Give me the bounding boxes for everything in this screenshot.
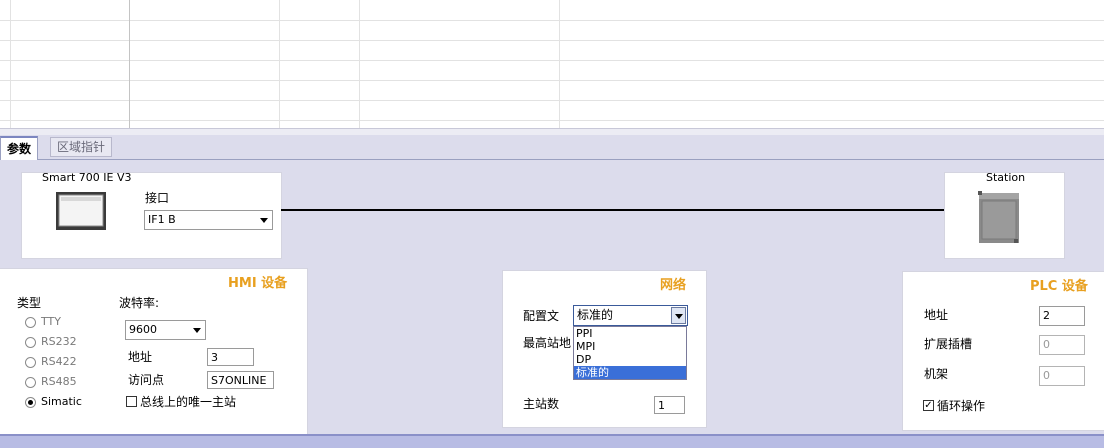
interface-value: IF1 B: [148, 213, 176, 226]
profile-value: 标准的: [577, 308, 614, 322]
chevron-down-icon[interactable]: [193, 328, 201, 333]
baud-rate-label: 波特率:: [119, 296, 160, 310]
radio-rs485-label: RS485: [41, 375, 77, 388]
radio-rs232-label: RS232: [41, 335, 77, 348]
chevron-down-icon[interactable]: [260, 218, 268, 223]
highest-station-label: 最高站地: [523, 336, 572, 350]
profile-select[interactable]: 标准的: [573, 305, 688, 326]
tab-bar: 参数 区域指针: [0, 135, 1104, 160]
connection-table-grid[interactable]: [0, 0, 1104, 128]
master-count-input[interactable]: 1: [654, 396, 685, 414]
only-master-label: 总线上的唯一主站: [140, 395, 237, 409]
type-label: 类型: [17, 296, 42, 310]
cyclic-operation-checkbox[interactable]: ✓: [923, 400, 934, 411]
access-point-input[interactable]: S7ONLINE: [207, 371, 274, 389]
rack-input[interactable]: 0: [1039, 366, 1085, 386]
plc-station-box: Station: [944, 171, 1065, 259]
hmi-address-input[interactable]: 3: [207, 348, 254, 366]
hmi-device-name: Smart 700 IE V3: [42, 171, 132, 184]
tab-params[interactable]: 参数: [0, 136, 39, 160]
plc-section-header: PLC 设备: [1030, 279, 1088, 294]
cyclic-operation-label: 循环操作: [937, 399, 986, 413]
radio-rs485[interactable]: [25, 377, 36, 388]
plc-address-input[interactable]: 2: [1039, 306, 1085, 326]
chevron-down-icon[interactable]: [671, 307, 686, 324]
plc-settings-panel: PLC 设备 地址 2 扩展插槽 0 机架 0 ✓ 循环操作: [902, 271, 1104, 431]
profile-option-dp[interactable]: DP: [574, 353, 686, 366]
access-point-label: 访问点: [128, 373, 165, 387]
radio-tty[interactable]: [25, 317, 36, 328]
profile-option-standard[interactable]: 标准的: [574, 366, 686, 379]
interface-label: 接口: [145, 191, 170, 205]
ext-slot-input[interactable]: 0: [1039, 335, 1085, 355]
plc-device-icon: [978, 191, 1019, 243]
network-section-header: 网络: [660, 278, 687, 293]
hmi-device-box: Smart 700 IE V3 接口 IF1 B: [21, 171, 282, 259]
profile-option-ppi[interactable]: PPI: [574, 327, 686, 340]
radio-simatic-label: Simatic: [41, 395, 82, 408]
radio-tty-label: TTY: [41, 315, 61, 328]
hmi-panel-icon: [56, 192, 106, 230]
profile-option-mpi[interactable]: MPI: [574, 340, 686, 353]
plc-address-label: 地址: [924, 308, 949, 322]
radio-rs422[interactable]: [25, 357, 36, 368]
plc-station-name: Station: [986, 171, 1026, 184]
ext-slot-label: 扩展插槽: [924, 337, 973, 351]
profile-dropdown-list: PPI MPI DP 标准的: [573, 326, 687, 380]
hmi-section-header: HMI 设备: [228, 276, 288, 291]
master-count-label: 主站数: [523, 397, 560, 411]
connection-line: [281, 209, 944, 211]
only-master-checkbox[interactable]: [126, 396, 137, 407]
baud-rate-select[interactable]: 9600: [125, 320, 206, 340]
radio-rs422-label: RS422: [41, 355, 77, 368]
interface-select[interactable]: IF1 B: [144, 210, 273, 230]
hmi-settings-panel: HMI 设备 类型 TTY RS232 RS422 RS485 Simatic …: [0, 268, 308, 436]
radio-rs232[interactable]: [25, 337, 36, 348]
rack-label: 机架: [924, 367, 949, 381]
hmi-address-label: 地址: [128, 350, 153, 364]
tab-area-pointer[interactable]: 区域指针: [50, 137, 113, 157]
baud-rate-value: 9600: [129, 323, 157, 336]
radio-simatic[interactable]: [25, 397, 36, 408]
profile-label: 配置文: [523, 309, 560, 323]
